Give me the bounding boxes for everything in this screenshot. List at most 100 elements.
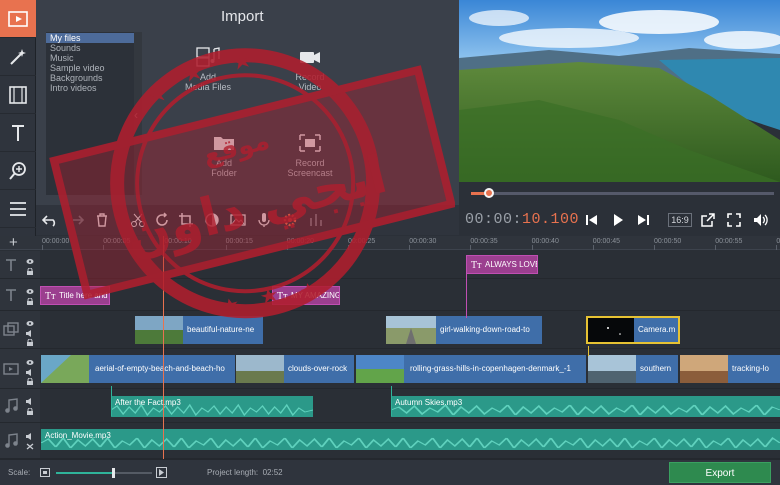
- export-button[interactable]: Export: [669, 462, 771, 483]
- record-audio-button[interactable]: [254, 210, 274, 230]
- zoom-out-icon[interactable]: [40, 468, 50, 477]
- previous-button[interactable]: [581, 210, 603, 230]
- category-my-files[interactable]: My files: [46, 33, 134, 43]
- lane-video[interactable]: aerial-of-empty-beach-and-beach-ho cloud…: [40, 349, 780, 389]
- category-sample-video[interactable]: Sample video: [46, 63, 134, 73]
- overlay-clip-selected[interactable]: Camera.m: [586, 316, 680, 344]
- volume-button[interactable]: [749, 210, 771, 230]
- visibility-eye-icon[interactable]: [26, 359, 34, 366]
- delete-button[interactable]: [92, 210, 112, 230]
- equalizer-button[interactable]: [306, 210, 326, 230]
- lane-overlay[interactable]: beautiful-nature-ne girl-walking-down-ro…: [40, 311, 780, 349]
- color-adjust-icon: [205, 213, 219, 227]
- video-clip[interactable]: southern: [588, 355, 678, 383]
- video-preview[interactable]: [459, 0, 780, 182]
- skip-forward-icon: [638, 215, 649, 225]
- video-clip[interactable]: clouds-over-rock: [236, 355, 354, 383]
- lane-titles-2[interactable]: Tт ALWAYS LOVE: [40, 251, 780, 279]
- ruler-tick-label: 00:00:45: [592, 238, 621, 245]
- visibility-eye-icon[interactable]: [26, 258, 34, 265]
- undo-button[interactable]: [40, 210, 60, 230]
- ruler-tick-mark: [654, 245, 655, 250]
- overlay-clip[interactable]: girl-walking-down-road-to: [386, 316, 542, 344]
- lock-icon[interactable]: [26, 298, 34, 305]
- video-clip[interactable]: rolling-grass-hills-in-copenhagen-denmar…: [356, 355, 586, 383]
- import-buttons-area: Add Media Files Record Video Add Folder …: [152, 32, 452, 195]
- import-tab-button[interactable]: [0, 0, 36, 38]
- folder-icon: [214, 137, 234, 150]
- lock-icon[interactable]: [26, 378, 34, 385]
- speaker-icon[interactable]: [26, 433, 34, 440]
- visibility-eye-icon[interactable]: [26, 288, 34, 295]
- visibility-eye-icon[interactable]: [26, 320, 34, 327]
- category-intro-videos[interactable]: Intro videos: [46, 83, 134, 93]
- title-clip-icon: Tт: [471, 260, 482, 271]
- aspect-ratio-label: 16:9: [668, 213, 692, 227]
- color-adjust-button[interactable]: [202, 210, 222, 230]
- music-clip[interactable]: Action_Movie.mp3: [41, 429, 780, 450]
- video-clip[interactable]: aerial-of-empty-beach-and-beach-ho: [41, 355, 235, 383]
- speaker-icon[interactable]: [26, 330, 34, 337]
- ruler-tick-label: 00:01:00: [776, 238, 780, 245]
- fullscreen-button[interactable]: [723, 210, 745, 230]
- seek-handle[interactable]: [484, 188, 494, 198]
- settings-button[interactable]: [280, 210, 300, 230]
- next-button[interactable]: [632, 210, 654, 230]
- record-video-button[interactable]: Record Video: [270, 46, 350, 92]
- title-clip-label: MY AMAZING: [291, 291, 340, 300]
- lane-titles-1[interactable]: Tт Title here and Tт MY AMAZING: [40, 279, 780, 311]
- time-ruler[interactable]: + 00:00:00 00:00:05 00:00:10 00:00:15 00:00:…: [0, 234, 780, 251]
- timecode-display: 00:00:10.100: [465, 211, 579, 228]
- add-media-files-button[interactable]: Add Media Files: [168, 46, 248, 92]
- playhead[interactable]: [163, 236, 164, 459]
- import-panel: Import My files Sounds Music Sample vide…: [36, 0, 459, 205]
- cut-button[interactable]: [128, 210, 148, 230]
- mute-icon[interactable]: [26, 443, 34, 450]
- seek-track[interactable]: [471, 192, 774, 195]
- left-tool-rail: [0, 0, 36, 236]
- lock-icon[interactable]: [26, 268, 34, 275]
- overlay-track-icon: [3, 322, 19, 336]
- collapse-chevron-icon[interactable]: ‹: [134, 108, 138, 122]
- clip-link-line: [466, 266, 467, 318]
- title-clip[interactable]: Tт Title here and: [40, 286, 110, 305]
- speaker-icon[interactable]: [26, 398, 34, 405]
- more-tab-button[interactable]: [0, 190, 36, 228]
- play-icon: [614, 214, 623, 226]
- category-sounds[interactable]: Sounds: [46, 43, 134, 53]
- crop-button[interactable]: [176, 210, 196, 230]
- lock-icon[interactable]: [26, 408, 34, 415]
- lane-music[interactable]: Action_Movie.mp3: [40, 423, 780, 459]
- image-button[interactable]: [228, 210, 248, 230]
- category-backgrounds[interactable]: Backgrounds: [46, 73, 134, 83]
- title-clip[interactable]: Tт ALWAYS LOVE: [466, 255, 538, 274]
- scale-slider-fill: [56, 472, 113, 474]
- preview-seek-bar[interactable]: [459, 182, 780, 204]
- transitions-tab-button[interactable]: [0, 76, 36, 114]
- category-music[interactable]: Music: [46, 53, 134, 63]
- add-track-icon[interactable]: +: [9, 234, 18, 251]
- titles-tab-button[interactable]: [0, 114, 36, 152]
- zoom-in-icon[interactable]: [156, 467, 167, 478]
- record-screencast-button[interactable]: Record Screencast: [270, 132, 350, 178]
- effects-tab-button[interactable]: [0, 38, 36, 76]
- zoom-tab-button[interactable]: [0, 152, 36, 190]
- detach-preview-button[interactable]: [697, 210, 719, 230]
- rotate-button[interactable]: [152, 210, 172, 230]
- lock-icon[interactable]: [26, 339, 34, 346]
- overlay-clip[interactable]: beautiful-nature-ne: [135, 316, 263, 344]
- project-length-caption: Project length:: [207, 468, 259, 477]
- audio-clip[interactable]: After the Fact.mp3: [111, 396, 313, 417]
- redo-button[interactable]: [66, 210, 86, 230]
- lane-audio[interactable]: After the Fact.mp3 Autumn Skies.mp3: [40, 389, 780, 423]
- record-screencast-line2: Screencast: [287, 168, 333, 178]
- title-clip[interactable]: Tт MY AMAZING: [272, 286, 340, 305]
- video-clip[interactable]: tracking-lo: [680, 355, 780, 383]
- scale-slider-handle[interactable]: [112, 468, 115, 478]
- add-folder-button[interactable]: Add Folder: [184, 132, 264, 178]
- play-button[interactable]: [607, 210, 629, 230]
- speaker-icon[interactable]: [26, 369, 34, 376]
- title-clip-icon: Tт: [45, 291, 56, 302]
- audio-clip[interactable]: Autumn Skies.mp3: [391, 396, 780, 417]
- aspect-ratio-button[interactable]: 16:9: [668, 210, 692, 230]
